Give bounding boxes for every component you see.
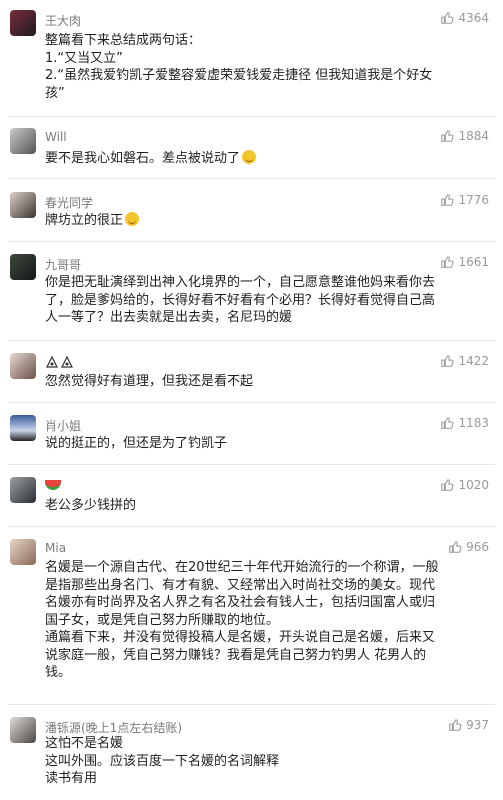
username-icons[interactable]	[45, 479, 61, 493]
mask-emoji-icon	[46, 355, 73, 368]
divider	[8, 116, 495, 117]
like-count: 1183	[458, 416, 489, 430]
username[interactable]: 肖小姐	[45, 417, 81, 434]
comment-text: 忽然觉得好有道理，但我还是看不起	[45, 373, 489, 391]
like-button[interactable]: 1776	[440, 193, 489, 207]
username[interactable]: 九哥哥	[45, 256, 81, 273]
avatar[interactable]	[10, 353, 36, 379]
avatar[interactable]	[10, 254, 36, 280]
thumbs-up-icon	[441, 130, 454, 142]
divider	[8, 704, 495, 705]
like-button[interactable]: 966	[448, 540, 489, 554]
divider	[8, 402, 495, 403]
like-count: 937	[466, 718, 489, 732]
comment-line: 人一等了？出去卖就是出去卖，名尼玛的媛	[45, 310, 293, 325]
comment-line: 名媛亦有时尚界及名人界之有名及社会有钱人士，包括归国富人或归	[45, 595, 436, 610]
thumbs-up-icon	[441, 256, 454, 268]
thumbs-up-icon	[441, 12, 454, 24]
comment-line: 1.“又当又立”	[45, 50, 123, 66]
comment-line: 是指那些出身名门、有才有貌、又经常出入时尚社交场的美女。现代	[45, 577, 436, 593]
comment-line: 孩”	[45, 85, 65, 101]
watermelon-emoji-icon	[45, 480, 61, 490]
laughing-emoji-icon	[125, 212, 140, 226]
like-count: 1661	[458, 255, 489, 269]
like-count: 4364	[458, 11, 489, 25]
comment-item: 王大肉 4364 整篇看下来总结成两句话： 1.“又当又立” 2.“虽然我爱钓凯…	[0, 10, 503, 110]
comment-line: 读书有用	[45, 771, 98, 786]
comment-text: 说的挺正的，但还是为了钓凯子	[45, 435, 489, 453]
divider	[8, 526, 495, 527]
like-count: 1422	[458, 354, 489, 368]
like-count: 966	[466, 540, 489, 554]
username[interactable]: Will	[45, 130, 67, 144]
thumbs-up-icon	[441, 479, 454, 491]
like-button[interactable]: 1020	[440, 478, 489, 492]
avatar[interactable]	[10, 477, 36, 503]
comment-item: 潘铄源(晚上1点左右结账) 937 这怕不是名媛 这叫外围。应该百度一下名媛的名…	[0, 717, 503, 797]
avatar[interactable]	[10, 415, 36, 441]
like-count: 1884	[458, 129, 489, 143]
like-button[interactable]: 4364	[440, 11, 489, 25]
username[interactable]: 潘铄源(晚上1点左右结账)	[45, 719, 182, 736]
username[interactable]: 春光同学	[45, 194, 93, 211]
like-button[interactable]: 1422	[440, 354, 489, 368]
comment-line: 要不是我心如磐石。差点被说动了	[45, 151, 241, 166]
comment-item: 春光同学 1776 牌坊立的很正	[0, 192, 503, 237]
comment-line: 忽然觉得好有道理，但我还是看不起	[45, 374, 254, 389]
comment-line: 2.“虽然我爱钓凯子爱整容爱虚荣爱钱爱走捷径 但我知道我是个好女	[45, 68, 433, 83]
divider	[8, 340, 495, 341]
comment-text: 牌坊立的很正	[45, 212, 489, 230]
thumbs-up-icon	[441, 194, 454, 206]
comment-item: 1422 忽然觉得好有道理，但我还是看不起	[0, 353, 503, 398]
comment-line: 整篇看下来总结成两句话：	[45, 33, 202, 48]
comment-item: 1020 老公多少钱拼的	[0, 477, 503, 522]
comment-line: 老公多少钱拼的	[45, 498, 137, 513]
avatar[interactable]	[10, 717, 36, 743]
comment-text: 名媛是一个源自古代、在20世纪三十年代开始流行的一个称谓，一般 是指那些出身名门…	[45, 559, 489, 682]
divider	[8, 464, 495, 465]
comment-line: 钱。	[45, 665, 72, 680]
thumbs-up-icon	[449, 719, 462, 731]
comment-line: 这叫外围。应该百度一下名媛的名词解释	[45, 753, 280, 769]
comment-line: 名媛是一个源自古代、在20世纪三十年代开始流行的一个称谓，一般	[45, 560, 439, 575]
username[interactable]: Mia	[45, 541, 66, 555]
comment-item: Will 1884 要不是我心如磐石。差点被说动了	[0, 128, 503, 178]
comment-item: 九哥哥 1661 你是把无耻演绎到出神入化境界的一个，自己愿意整谁他妈来看你去 …	[0, 254, 503, 339]
comment-text: 老公多少钱拼的	[45, 497, 489, 515]
comment-text: 整篇看下来总结成两句话： 1.“又当又立” 2.“虽然我爱钓凯子爱整容爱虚荣爱钱…	[45, 32, 489, 102]
comment-line: 说的挺正的，但还是为了钓凯子	[45, 436, 228, 451]
comment-line: 牌坊立的很正	[45, 213, 124, 228]
comment-line: 这怕不是名媛	[45, 736, 124, 751]
like-button[interactable]: 1661	[440, 255, 489, 269]
comment-text: 要不是我心如磐石。差点被说动了	[45, 150, 489, 168]
comment-item: 肖小姐 1183 说的挺正的，但还是为了钓凯子	[0, 415, 503, 460]
comment-text: 这怕不是名媛 这叫外围。应该百度一下名媛的名词解释 读书有用	[45, 735, 489, 788]
avatar[interactable]	[10, 10, 36, 36]
thumbs-up-icon	[449, 541, 462, 553]
comment-item: Mia 966 名媛是一个源自古代、在20世纪三十年代开始流行的一个称谓，一般 …	[0, 539, 503, 694]
comment-line: 你是把无耻演绎到出神入化境界的一个，自己愿意整谁他妈来看你去	[45, 275, 436, 290]
like-button[interactable]: 1884	[440, 129, 489, 143]
like-count: 1020	[458, 478, 489, 492]
thumbs-up-icon	[441, 417, 454, 429]
like-count: 1776	[458, 193, 489, 207]
comment-text: 你是把无耻演绎到出神入化境界的一个，自己愿意整谁他妈来看你去 了，脸是爹妈给的，…	[45, 274, 489, 327]
avatar[interactable]	[10, 192, 36, 218]
comment-line: 国子女，或是凭自己努力所赚取的地位。	[45, 612, 280, 628]
laughing-emoji-icon	[242, 150, 257, 164]
comment-line: 了，脸是爹妈给的，长得好看不好看有个必用？长得好看觉得自己高	[45, 292, 436, 308]
divider	[8, 241, 495, 242]
username-icons[interactable]	[45, 355, 75, 372]
comment-line: 说家庭一般，凭自己努力赚钱？我看是凭自己努力钓男人 花男人的	[45, 647, 427, 663]
username[interactable]: 王大肉	[45, 12, 81, 29]
comment-line: 通篇看下来，并没有觉得投稿人是名媛，开头说自己是名媛，后来又	[45, 630, 436, 645]
like-button[interactable]: 937	[448, 718, 489, 732]
thumbs-up-icon	[441, 355, 454, 367]
comment-list: 王大肉 4364 整篇看下来总结成两句话： 1.“又当又立” 2.“虽然我爱钓凯…	[0, 0, 503, 800]
like-button[interactable]: 1183	[440, 416, 489, 430]
avatar[interactable]	[10, 539, 36, 565]
avatar[interactable]	[10, 128, 36, 154]
divider	[8, 178, 495, 179]
